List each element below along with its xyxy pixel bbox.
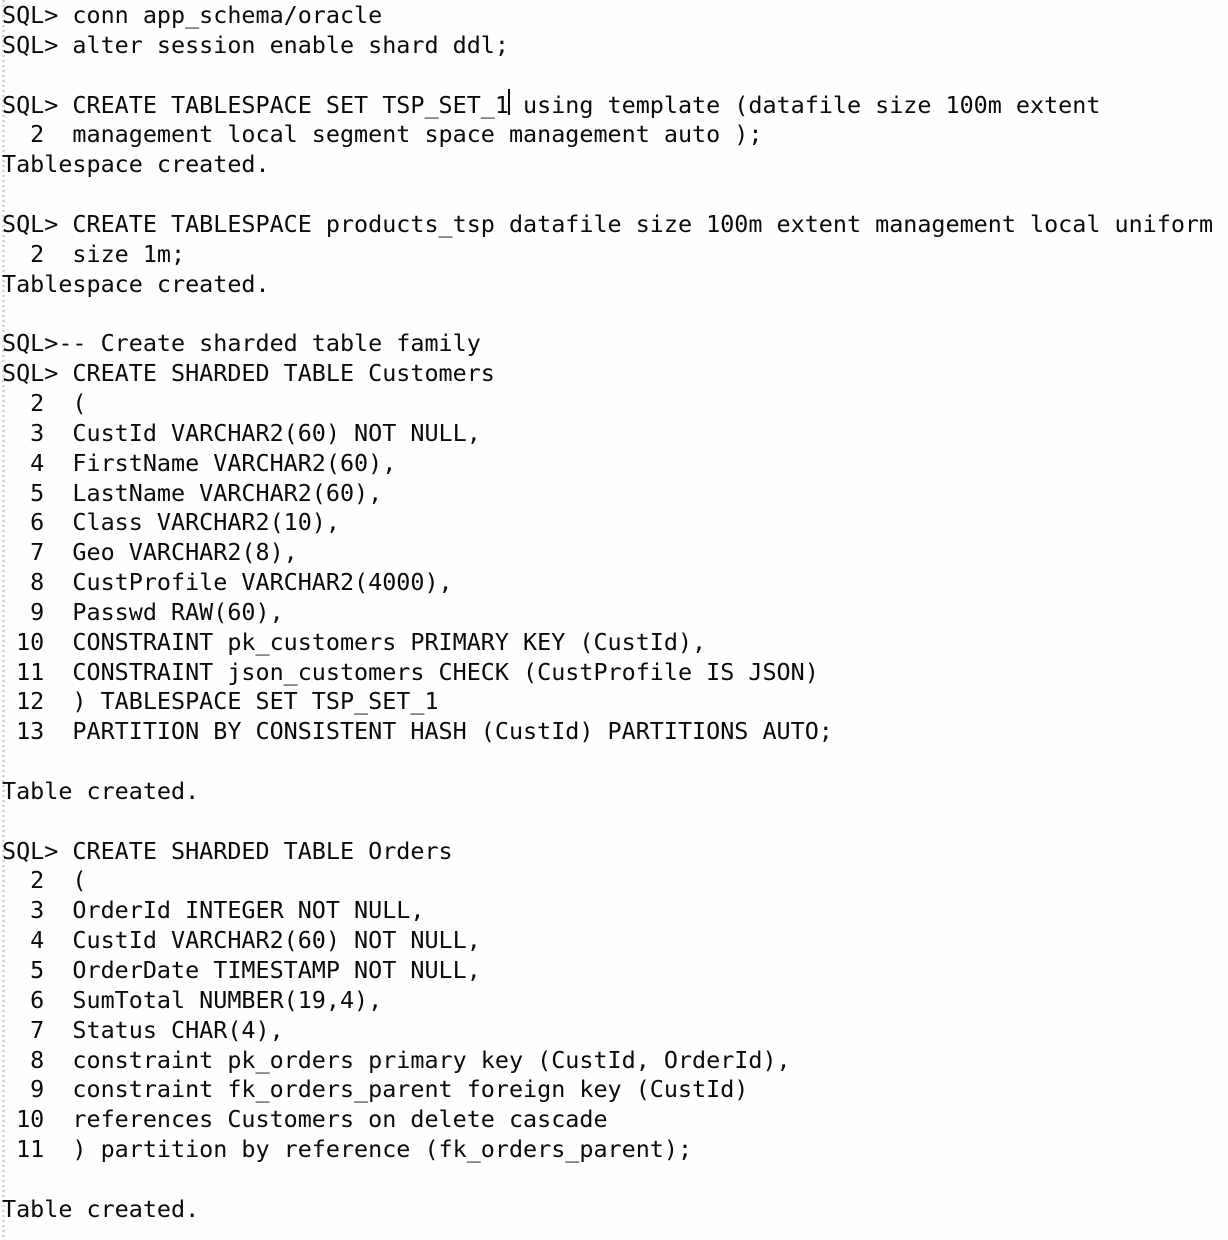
terminal-line: 3 OrderId INTEGER NOT NULL,: [2, 896, 425, 925]
text-cursor: [508, 89, 510, 115]
terminal-line: Table created.: [2, 1194, 200, 1223]
terminal-line: SQL> alter session enable shard ddl;: [2, 30, 509, 59]
terminal-line: SQL> CREATE TABLESPACE products_tsp data…: [2, 209, 1214, 238]
terminal-line: 11 CONSTRAINT json_customers CHECK (Cust…: [2, 657, 819, 686]
terminal-line: 12 ) TABLESPACE SET TSP_SET_1: [2, 687, 439, 716]
terminal-line: SQL> CREATE TABLESPACE SET TSP_SET_1 usi…: [2, 90, 1101, 119]
terminal-line: 7 Status CHAR(4),: [2, 1015, 284, 1044]
terminal-line: 3 CustId VARCHAR2(60) NOT NULL,: [2, 418, 481, 447]
terminal-line: 13 PARTITION BY CONSISTENT HASH (CustId)…: [2, 717, 833, 746]
terminal-line: 10 CONSTRAINT pk_customers PRIMARY KEY (…: [2, 627, 707, 656]
terminal-line: 8 CustProfile VARCHAR2(4000),: [2, 568, 453, 597]
terminal-line: 2 size 1m;: [2, 239, 186, 268]
terminal-line: SQL>-- Create sharded table family: [2, 329, 481, 358]
terminal-line: SQL> conn app_schema/oracle: [2, 1, 383, 29]
terminal-line: 2 (: [2, 388, 87, 417]
terminal-line: 5 OrderDate TIMESTAMP NOT NULL,: [2, 956, 481, 984]
terminal-line: 4 CustId VARCHAR2(60) NOT NULL,: [2, 926, 481, 955]
console-output[interactable]: SQL> conn app_schema/oracle SQL> alter se…: [2, 1, 1228, 1225]
terminal-line: 7 Geo VARCHAR2(8),: [2, 538, 298, 567]
terminal-line: 10 references Customers on delete cascad…: [2, 1105, 608, 1134]
terminal-line: 6 SumTotal NUMBER(19,4),: [2, 985, 383, 1014]
terminal-line: SQL> CREATE SHARDED TABLE Orders: [2, 836, 453, 865]
terminal-line: 9 constraint fk_orders_parent foreign ke…: [2, 1075, 749, 1104]
terminal-window[interactable]: SQL> conn app_schema/oracle SQL> alter se…: [0, 0, 1228, 1240]
terminal-line: Tablespace created.: [2, 150, 270, 179]
terminal-line: Tablespace created.: [2, 269, 270, 298]
terminal-line: 2 management local segment space managem…: [2, 120, 763, 149]
terminal-line: 4 FirstName VARCHAR2(60),: [2, 448, 397, 477]
terminal-line: 6 Class VARCHAR2(10),: [2, 508, 340, 537]
terminal-line: SQL> CREATE SHARDED TABLE Customers: [2, 359, 495, 388]
terminal-line: 8 constraint pk_orders primary key (Cust…: [2, 1045, 791, 1074]
terminal-line: Table created.: [2, 776, 200, 805]
terminal-line: 2 (: [2, 866, 87, 895]
terminal-line: 9 Passwd RAW(60),: [2, 597, 284, 626]
terminal-line: 11 ) partition by reference (fk_orders_p…: [2, 1135, 693, 1164]
terminal-line: 5 LastName VARCHAR2(60),: [2, 478, 383, 507]
